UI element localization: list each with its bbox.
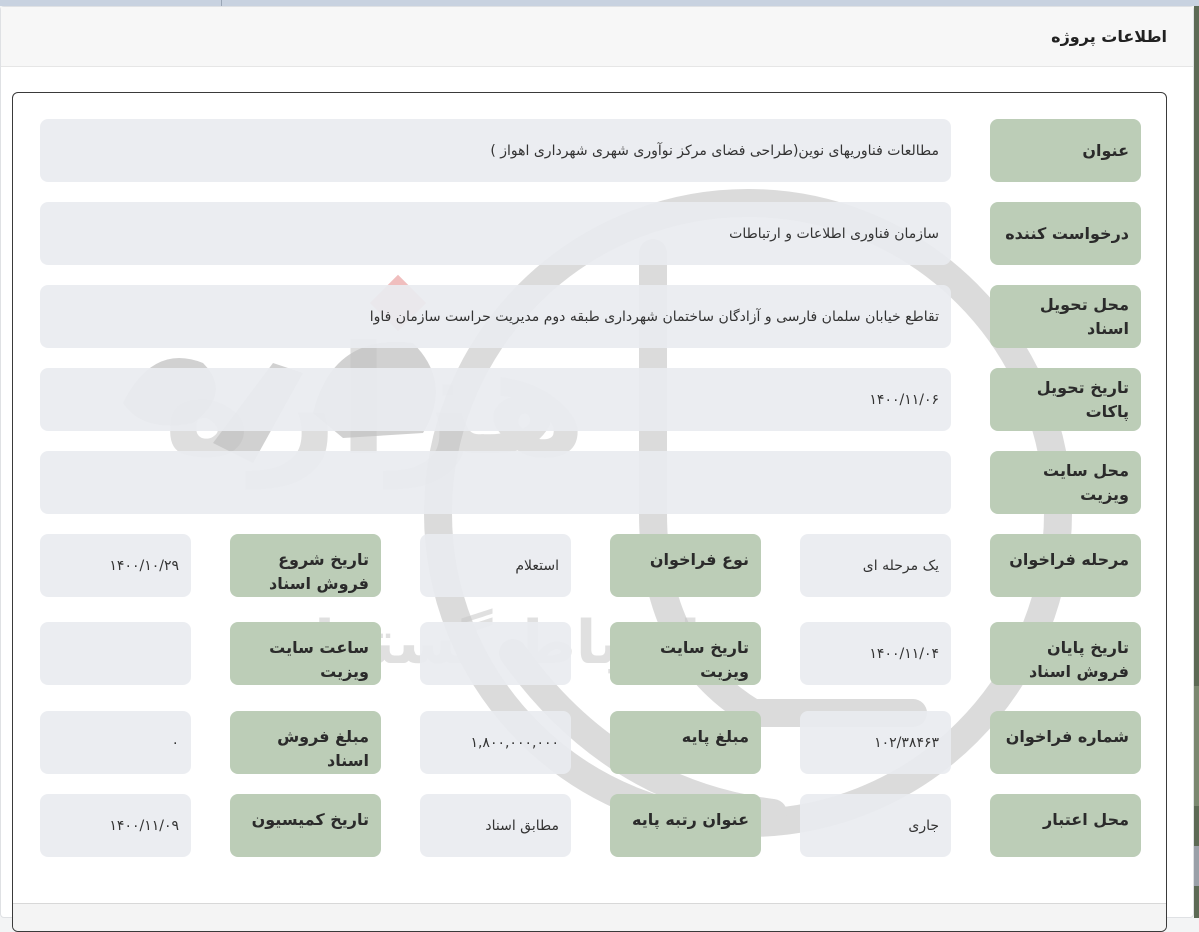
value-title: مطالعات فناوریهای نوین(طراحی فضای مرکز ن… — [40, 119, 951, 182]
value-packet-delivery-date: ۱۴۰۰/۱۱/۰۶ — [40, 368, 951, 431]
value-site-visit-date — [420, 622, 571, 685]
label-base-rank-title: عنوان رتبه پایه — [610, 794, 761, 857]
label-title: عنوان — [990, 119, 1141, 182]
label-call-stage: مرحله فراخوان — [990, 534, 1141, 597]
label-site-visit-time: ساعت سایت ویزیت — [230, 622, 381, 685]
value-sale-end-date: ۱۴۰۰/۱۱/۰۴ — [800, 622, 951, 685]
label-packet-delivery-date: تاریخ تحویل پاکات — [990, 368, 1141, 431]
card-title: اطلاعات پروژه — [1051, 27, 1167, 46]
label-site-visit-date: تاریخ سایت ویزیت — [610, 622, 761, 685]
label-commission-date: تاریخ کمیسیون — [230, 794, 381, 857]
value-call-number: ۱۰۲/۳۸۴۶۳ — [800, 711, 951, 774]
value-base-amount: ۱,۸۰۰,۰۰۰,۰۰۰ — [420, 711, 571, 774]
label-delivery-place: محل تحویل اسناد — [990, 285, 1141, 348]
value-site-visit-place — [40, 451, 951, 514]
card-header: اطلاعات پروژه — [1, 7, 1193, 67]
label-requester: درخواست کننده — [990, 202, 1141, 265]
value-call-stage: یک مرحله ای — [800, 534, 951, 597]
details-panel: هزاره ارتباط گستران عنوان مطالعات فناوری… — [12, 92, 1167, 932]
value-call-type: استعلام — [420, 534, 571, 597]
value-credit-place: جاری — [800, 794, 951, 857]
label-call-number: شماره فراخوان — [990, 711, 1141, 774]
value-requester: سازمان فناوری اطلاعات و ارتباطات — [40, 202, 951, 265]
value-sale-start-date: ۱۴۰۰/۱۰/۲۹ — [40, 534, 191, 597]
right-edge-band — [1194, 686, 1199, 806]
label-credit-place: محل اعتبار — [990, 794, 1141, 857]
label-base-amount: مبلغ پایه — [610, 711, 761, 774]
label-call-type: نوع فراخوان — [610, 534, 761, 597]
right-edge-image — [1194, 6, 1199, 918]
right-edge-band-lower — [1194, 846, 1199, 886]
value-doc-sale-amount: ۰ — [40, 711, 191, 774]
value-delivery-place: تقاطع خیابان سلمان فارسی و آزادگان ساختم… — [40, 285, 951, 348]
label-sale-end-date: تاریخ پایان فروش اسناد — [990, 622, 1141, 685]
label-doc-sale-amount: مبلغ فروش اسناد — [230, 711, 381, 774]
value-base-rank-title: مطابق اسناد — [420, 794, 571, 857]
value-commission-date: ۱۴۰۰/۱۱/۰۹ — [40, 794, 191, 857]
label-sale-start-date: تاریخ شروع فروش اسناد — [230, 534, 381, 597]
panel-footer — [13, 904, 1166, 931]
label-site-visit-place: محل سایت ویزیت — [990, 451, 1141, 514]
value-site-visit-time — [40, 622, 191, 685]
